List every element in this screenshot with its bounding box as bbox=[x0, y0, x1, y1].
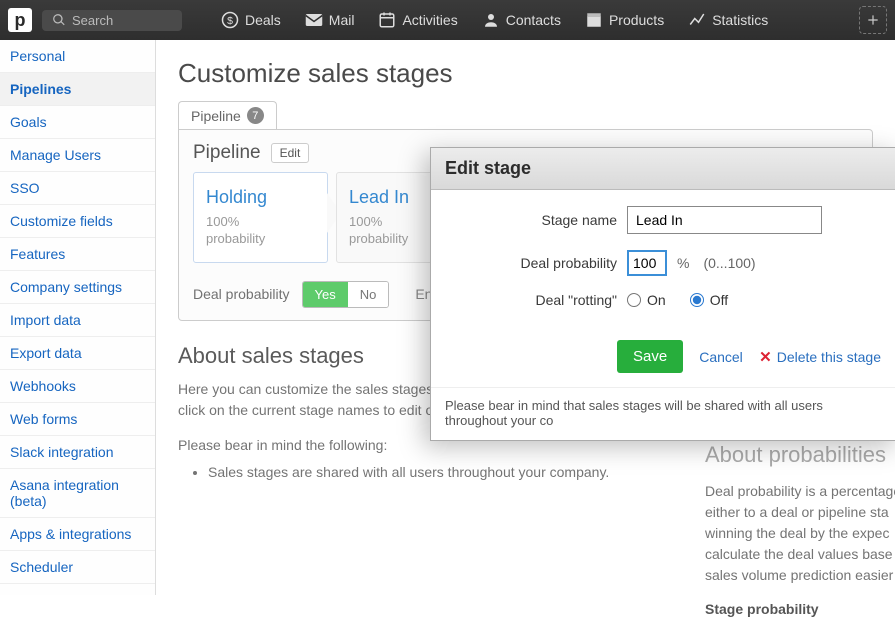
stage-pct: 100% bbox=[206, 214, 315, 231]
stage-prob-heading: Stage probability bbox=[705, 600, 895, 619]
tab-pipeline[interactable]: Pipeline 7 bbox=[178, 101, 277, 129]
nav-label: Activities bbox=[402, 12, 457, 28]
sidebar-item-apps-integrations[interactable]: Apps & integrations bbox=[0, 518, 155, 551]
deal-rotting-label: Deal "rotting" bbox=[449, 292, 617, 308]
plus-icon bbox=[866, 13, 880, 27]
nav-products[interactable]: Products bbox=[576, 5, 673, 35]
close-icon: ✕ bbox=[759, 348, 772, 366]
stage-name: Holding bbox=[206, 187, 315, 208]
app-logo[interactable]: p bbox=[8, 8, 32, 32]
modal-title: Edit stage bbox=[431, 148, 895, 190]
stage-name-row: Stage name bbox=[449, 206, 881, 234]
nav-statistics[interactable]: Statistics bbox=[679, 5, 777, 35]
search-box[interactable]: Search bbox=[42, 10, 182, 31]
tab-count-badge: 7 bbox=[247, 107, 264, 124]
on-label: On bbox=[647, 292, 666, 308]
save-button[interactable]: Save bbox=[617, 340, 683, 373]
search-placeholder: Search bbox=[72, 13, 113, 28]
deal-probability-label: Deal probability bbox=[449, 255, 617, 271]
calendar-icon bbox=[378, 11, 396, 29]
svg-text:$: $ bbox=[227, 15, 233, 27]
percent-symbol: % bbox=[677, 255, 689, 271]
edit-pipeline-button[interactable]: Edit bbox=[271, 143, 310, 163]
deal-probability-row: Deal probability % (0...100) bbox=[449, 250, 881, 276]
sidebar-item-sso[interactable]: SSO bbox=[0, 172, 155, 205]
nav-mail[interactable]: Mail bbox=[296, 6, 364, 34]
stats-icon bbox=[688, 11, 706, 29]
delete-stage-link[interactable]: ✕ Delete this stage bbox=[759, 348, 881, 366]
sidebar-item-asana-integration-beta-[interactable]: Asana integration (beta) bbox=[0, 469, 155, 518]
sidebar-item-personal[interactable]: Personal bbox=[0, 40, 155, 73]
nav-activities[interactable]: Activities bbox=[369, 5, 466, 35]
off-label: Off bbox=[710, 292, 728, 308]
stage-name-input[interactable] bbox=[627, 206, 822, 234]
sidebar-item-features[interactable]: Features bbox=[0, 238, 155, 271]
modal-body: Stage name Deal probability % (0...100) … bbox=[431, 190, 895, 334]
toggle-yes[interactable]: Yes bbox=[303, 282, 348, 307]
nav-label: Mail bbox=[329, 12, 355, 28]
sidebar-item-customize-fields[interactable]: Customize fields bbox=[0, 205, 155, 238]
page-title: Customize sales stages bbox=[178, 58, 873, 89]
deal-rotting-row: Deal "rotting" On Off bbox=[449, 292, 881, 308]
rotting-off-option[interactable]: Off bbox=[690, 292, 728, 308]
nav-label: Deals bbox=[245, 12, 281, 28]
nav-label: Products bbox=[609, 12, 664, 28]
sidebar-item-scheduler[interactable]: Scheduler bbox=[0, 551, 155, 584]
delete-label: Delete this stage bbox=[777, 349, 881, 365]
range-hint: (0...100) bbox=[703, 255, 755, 271]
sidebar-item-import-data[interactable]: Import data bbox=[0, 304, 155, 337]
dollar-icon: $ bbox=[221, 11, 239, 29]
rotting-off-radio[interactable] bbox=[690, 293, 704, 307]
deal-probability-toggle[interactable]: Yes No bbox=[302, 281, 390, 308]
sidebar-item-webhooks[interactable]: Webhooks bbox=[0, 370, 155, 403]
nav-contacts[interactable]: Contacts bbox=[473, 5, 570, 35]
right-body: Deal probability is a percentage either … bbox=[705, 481, 895, 586]
tabbar: Pipeline 7 bbox=[178, 101, 873, 129]
stage-name-label: Stage name bbox=[449, 212, 617, 228]
modal-footnote: Please bear in mind that sales stages wi… bbox=[431, 387, 895, 440]
about-probabilities-column: About probabilities Deal probability is … bbox=[705, 440, 895, 619]
sidebar-item-web-forms[interactable]: Web forms bbox=[0, 403, 155, 436]
stage-sub: probability bbox=[206, 231, 315, 248]
add-button[interactable] bbox=[859, 6, 887, 34]
toggle-no[interactable]: No bbox=[348, 282, 389, 307]
nav-label: Statistics bbox=[712, 12, 768, 28]
deal-probability-input[interactable] bbox=[627, 250, 667, 276]
sidebar-item-goals[interactable]: Goals bbox=[0, 106, 155, 139]
deal-probability-label: Deal probability bbox=[193, 286, 290, 302]
sidebar-item-slack-integration[interactable]: Slack integration bbox=[0, 436, 155, 469]
sidebar-item-company-settings[interactable]: Company settings bbox=[0, 271, 155, 304]
sidebar-item-workflow-automation[interactable]: Workflow automation bbox=[0, 584, 155, 595]
modal-actions: Save Cancel ✕ Delete this stage bbox=[431, 334, 895, 387]
sidebar-item-export-data[interactable]: Export data bbox=[0, 337, 155, 370]
nav-deals[interactable]: $ Deals bbox=[212, 5, 290, 35]
sidebar-item-pipelines[interactable]: Pipelines bbox=[0, 73, 155, 106]
mail-icon bbox=[305, 13, 323, 27]
stage-card-holding[interactable]: Holding 100% probability bbox=[193, 172, 328, 263]
nav-label: Contacts bbox=[506, 12, 561, 28]
box-icon bbox=[585, 11, 603, 29]
sidebar: PersonalPipelinesGoalsManage UsersSSOCus… bbox=[0, 40, 156, 595]
topbar: p Search $ Deals Mail Activities Contact… bbox=[0, 0, 895, 40]
rotting-on-radio[interactable] bbox=[627, 293, 641, 307]
tab-label: Pipeline bbox=[191, 108, 241, 124]
rotting-on-option[interactable]: On bbox=[627, 292, 666, 308]
sidebar-item-manage-users[interactable]: Manage Users bbox=[0, 139, 155, 172]
cancel-link[interactable]: Cancel bbox=[699, 349, 743, 365]
pipeline-name: Pipeline bbox=[193, 142, 261, 164]
edit-stage-modal: Edit stage Stage name Deal probability %… bbox=[430, 147, 895, 441]
about-probabilities-heading: About probabilities bbox=[705, 440, 895, 471]
person-icon bbox=[482, 11, 500, 29]
search-icon bbox=[52, 13, 66, 27]
